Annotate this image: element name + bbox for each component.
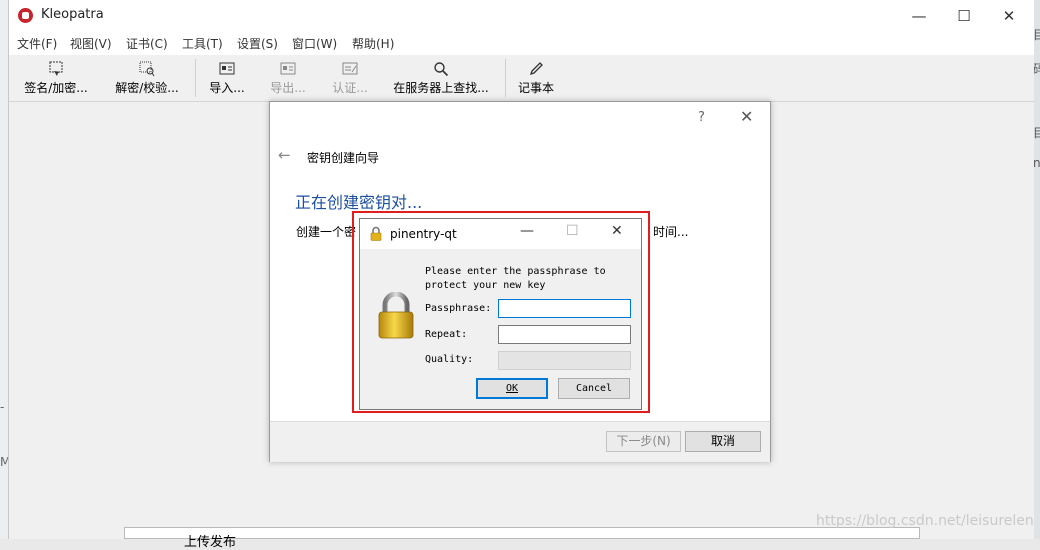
export-button[interactable]: 导出... (263, 59, 313, 99)
pinentry-title: pinentry-qt (390, 227, 457, 241)
toolbar-separator (195, 59, 196, 97)
pinentry-message-line1: Please enter the passphrase to (425, 266, 606, 277)
close-button[interactable]: ✕ (986, 0, 1032, 31)
menu-window[interactable]: 窗口(W) (292, 35, 337, 52)
ok-button[interactable]: OK (476, 378, 548, 399)
sign-encrypt-button[interactable]: 签名/加密... (15, 59, 97, 99)
menu-certificates[interactable]: 证书(C) (126, 35, 168, 52)
menu-file[interactable]: 文件(F) (17, 35, 57, 52)
decrypt-verify-button[interactable]: 解密/校验... (106, 59, 188, 99)
toolbar-separator (505, 59, 506, 97)
ok-label: OK (505, 383, 519, 394)
passphrase-input[interactable] (498, 299, 631, 318)
quality-bar (498, 351, 631, 370)
background-window-right: 目 码 目 na (1033, 0, 1040, 539)
menu-bar: 文件(F) 视图(V) 证书(C) 工具(T) 设置(S) 窗口(W) 帮助(H… (9, 31, 1034, 55)
menu-settings[interactable]: 设置(S) (237, 35, 278, 52)
menu-tools[interactable]: 工具(T) (182, 35, 223, 52)
padlock-icon (378, 292, 414, 339)
pinentry-close-button[interactable]: ✕ (611, 223, 623, 239)
notepad-button[interactable]: 记事本 (514, 59, 558, 99)
pinentry-title-bar: pinentry-qt — ☐ ✕ (360, 219, 641, 249)
passphrase-label: Passphrase: (425, 303, 492, 314)
wizard-title: 密钥创建向导 (307, 151, 380, 165)
wizard-cancel-button[interactable]: 取消 (685, 431, 761, 452)
search-icon (433, 61, 449, 77)
wizard-description-end: 时间... (653, 225, 689, 239)
sign-encrypt-icon (48, 61, 64, 77)
kleopatra-logo-icon (18, 8, 33, 23)
wizard-description: 创建一个密 (296, 225, 357, 239)
wizard-heading: 正在创建密钥对... (295, 193, 423, 212)
menu-view[interactable]: 视图(V) (70, 35, 112, 52)
pinentry-message-line2: protect your new key (425, 280, 546, 291)
certify-button[interactable]: 认证... (325, 59, 375, 99)
background-window-left: - M (0, 0, 10, 539)
export-icon (280, 61, 296, 77)
notepad-pen-icon (528, 61, 544, 77)
lookup-on-server-button[interactable]: 在服务器上查找... (387, 59, 495, 99)
next-button[interactable]: 下一步(N) (606, 431, 681, 452)
wizard-close-button[interactable]: ✕ (740, 107, 753, 126)
background-panel (124, 527, 920, 539)
import-icon (219, 61, 235, 77)
wizard-footer: 下一步(N) 取消 (270, 421, 770, 462)
maximize-button[interactable]: ☐ (941, 0, 987, 31)
menu-help[interactable]: 帮助(H) (352, 35, 394, 52)
certify-icon (342, 61, 358, 77)
pinentry-maximize-button[interactable]: ☐ (566, 223, 579, 239)
repeat-input[interactable] (498, 325, 631, 344)
title-bar: Kleopatra — ☐ ✕ (9, 0, 1034, 31)
import-button[interactable]: 导入... (202, 59, 252, 99)
help-button[interactable]: ? (698, 110, 705, 125)
repeat-label: Repeat: (425, 329, 468, 340)
toolbar: 签名/加密... 解密/校验... 导入... 导出... 认证... 在服务器… (9, 55, 1034, 102)
decrypt-verify-icon (139, 61, 155, 77)
window-title: Kleopatra (41, 7, 104, 22)
lock-icon (370, 226, 382, 241)
pinentry-minimize-button[interactable]: — (520, 223, 534, 239)
minimize-button[interactable]: — (896, 0, 942, 31)
watermark: https://blog.csdn.net/leisurelen (816, 513, 1034, 529)
cancel-label: Cancel (575, 383, 613, 394)
quality-label: Quality: (425, 354, 474, 365)
pinentry-cancel-button[interactable]: Cancel (558, 378, 630, 399)
pinentry-dialog: pinentry-qt — ☐ ✕ Please enter the passp… (359, 218, 642, 410)
back-arrow-icon[interactable]: ← (278, 146, 291, 164)
background-text: 上传发布 (184, 535, 237, 550)
